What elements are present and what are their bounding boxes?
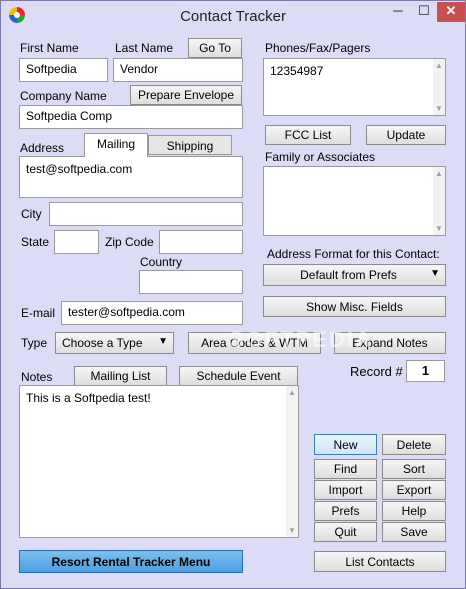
company-name-label: Company Name bbox=[20, 89, 107, 103]
family-label: Family or Associates bbox=[265, 150, 376, 164]
phones-scrollbar[interactable]: ▲ ▼ bbox=[433, 59, 445, 115]
scroll-up-icon[interactable]: ▲ bbox=[288, 388, 296, 397]
chevron-down-icon: ▼ bbox=[158, 336, 168, 347]
country-field[interactable] bbox=[139, 270, 243, 294]
notes-scrollbar[interactable]: ▲ ▼ bbox=[286, 386, 298, 537]
find-button[interactable]: Find bbox=[314, 459, 377, 479]
notes-field[interactable]: This is a Softpedia test! ▲ ▼ bbox=[19, 385, 299, 538]
address-format-label: Address Format for this Contact: bbox=[267, 247, 440, 261]
record-label: Record # bbox=[350, 364, 403, 379]
scroll-down-icon[interactable]: ▼ bbox=[435, 224, 443, 233]
minimize-icon[interactable]: ─ bbox=[385, 2, 411, 22]
first-name-label: First Name bbox=[20, 41, 79, 55]
go-to-button[interactable]: Go To bbox=[188, 38, 242, 58]
family-scrollbar[interactable]: ▲ ▼ bbox=[433, 167, 445, 235]
title-bar[interactable]: Contact Tracker ─ ☐ ✕ bbox=[1, 1, 465, 32]
address-format-value: Default from Prefs bbox=[300, 268, 397, 282]
email-field[interactable]: tester@softpedia.com bbox=[61, 301, 243, 325]
tab-shipping[interactable]: Shipping bbox=[148, 135, 232, 155]
notes-label: Notes bbox=[21, 370, 53, 384]
show-misc-fields-button[interactable]: Show Misc. Fields bbox=[263, 296, 446, 317]
chevron-down-icon: ▼ bbox=[430, 268, 440, 279]
state-label: State bbox=[21, 235, 50, 249]
new-button[interactable]: New bbox=[314, 434, 377, 455]
list-contacts-button[interactable]: List Contacts bbox=[314, 551, 446, 572]
scroll-down-icon[interactable]: ▼ bbox=[435, 104, 443, 113]
type-dropdown[interactable]: Choose a Type ▼ bbox=[55, 332, 174, 354]
update-button[interactable]: Update bbox=[366, 125, 446, 145]
country-label: Country bbox=[140, 255, 183, 269]
maximize-icon[interactable]: ☐ bbox=[411, 2, 437, 22]
quit-button[interactable]: Quit bbox=[314, 522, 377, 542]
watermark: SOFTPEDIA bbox=[229, 327, 373, 352]
export-button[interactable]: Export bbox=[382, 480, 446, 500]
address-label: Address bbox=[20, 141, 65, 155]
email-label: E-mail bbox=[21, 306, 56, 320]
address-format-dropdown[interactable]: Default from Prefs ▼ bbox=[263, 264, 446, 286]
company-name-field[interactable]: Softpedia Comp bbox=[19, 105, 243, 129]
schedule-event-button[interactable]: Schedule Event bbox=[179, 366, 298, 386]
last-name-field[interactable]: Vendor bbox=[113, 58, 243, 82]
first-name-field[interactable]: Softpedia bbox=[19, 58, 108, 82]
save-button[interactable]: Save bbox=[382, 522, 446, 542]
phones-field[interactable]: 12354987 ▲ ▼ bbox=[263, 58, 446, 116]
prepare-envelope-button[interactable]: Prepare Envelope bbox=[130, 85, 242, 105]
scroll-up-icon[interactable]: ▲ bbox=[435, 169, 443, 178]
city-field[interactable] bbox=[49, 202, 243, 226]
sort-button[interactable]: Sort bbox=[382, 459, 446, 479]
type-label: Type bbox=[21, 336, 48, 350]
resort-rental-tracker-menu-button[interactable]: Resort Rental Tracker Menu bbox=[19, 550, 243, 573]
scroll-up-icon[interactable]: ▲ bbox=[435, 61, 443, 70]
close-icon[interactable]: ✕ bbox=[437, 2, 465, 22]
import-button[interactable]: Import bbox=[314, 480, 377, 500]
type-dropdown-value: Choose a Type bbox=[62, 336, 143, 350]
fcc-list-button[interactable]: FCC List bbox=[265, 125, 351, 145]
prefs-button[interactable]: Prefs bbox=[314, 501, 377, 521]
zip-code-field[interactable] bbox=[159, 230, 243, 254]
phones-label: Phones/Fax/Pagers bbox=[265, 41, 371, 55]
contact-tracker-window: Contact Tracker ─ ☐ ✕ First Name Last Na… bbox=[0, 0, 466, 589]
last-name-label: Last Name bbox=[115, 41, 174, 55]
delete-button[interactable]: Delete bbox=[382, 434, 446, 455]
address-field[interactable]: test@softpedia.com bbox=[19, 156, 243, 198]
tab-mailing[interactable]: Mailing bbox=[84, 133, 148, 157]
notes-text: This is a Softpedia test! bbox=[26, 391, 151, 405]
phones-text: 12354987 bbox=[270, 64, 324, 78]
mailing-list-button[interactable]: Mailing List bbox=[74, 366, 167, 386]
zip-code-label: Zip Code bbox=[105, 235, 154, 249]
scroll-down-icon[interactable]: ▼ bbox=[288, 526, 296, 535]
record-number-field[interactable]: 1 bbox=[406, 360, 445, 382]
help-button[interactable]: Help bbox=[382, 501, 446, 521]
family-field[interactable]: ▲ ▼ bbox=[263, 166, 446, 236]
city-label: City bbox=[21, 207, 42, 221]
state-field[interactable] bbox=[54, 230, 99, 254]
